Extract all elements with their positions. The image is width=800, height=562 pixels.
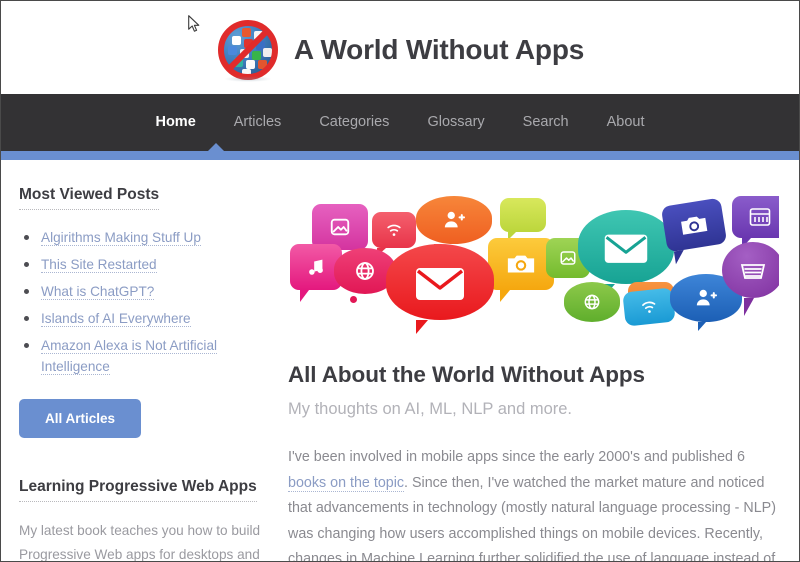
bubble-basket-violet [722,242,779,316]
list-item: Algirithms Making Stuff Up [19,227,265,248]
sidebar-link-what-is-chatgpt[interactable]: What is ChatGPT? [41,284,155,300]
nav-item-about[interactable]: About [588,94,664,151]
sidebar-link-site-restarted[interactable]: This Site Restarted [41,257,157,273]
wifi-icon [638,296,660,318]
list-item: Islands of AI Everywhere [19,308,265,329]
bubble-camera-indigo [660,197,728,265]
add-user-icon [694,287,718,309]
music-icon [305,256,327,278]
accent-bar [1,151,799,160]
sidebar-link-islands-of-ai[interactable]: Islands of AI Everywhere [41,311,191,327]
page-body: Most Viewed Posts Algirithms Making Stuf… [1,160,799,561]
list-item: What is ChatGPT? [19,281,265,302]
post-subtitle: My thoughts on AI, ML, NLP and more. [288,400,573,418]
list-item: Amazon Alexa is Not Artificial Intellige… [19,335,265,377]
basket-icon [739,258,767,282]
camera-icon [506,252,536,276]
sidebar: Most Viewed Posts Algirithms Making Stuf… [1,160,284,561]
envelope-icon [603,229,649,265]
add-user-icon [442,209,466,231]
most-viewed-posts-list: Algirithms Making Stuff Up This Site Res… [19,227,265,377]
all-articles-button[interactable]: All Articles [19,399,142,438]
sidebar-link-algorithms[interactable]: Algirithms Making Stuff Up [41,230,201,246]
globe-apps-prohibited-icon [216,19,280,82]
bubble-accent-lime [500,198,546,240]
browser-viewport: A World Without Apps Home Articles Categ… [0,0,800,562]
camera-icon [678,212,709,238]
site-header: A World Without Apps [1,1,799,94]
nav-item-articles[interactable]: Articles [215,94,301,151]
main-content: All About the World Without Apps My thou… [284,160,799,561]
page-title: A World Without Apps [293,33,585,65]
nav-item-search[interactable]: Search [504,94,588,151]
bubble-globe-green [564,282,620,322]
bubble-camera-yellow [488,238,554,302]
prohibition-sign [217,19,278,80]
nav-item-categories[interactable]: Categories [300,94,408,151]
bubble-wifi-red [372,212,416,256]
bubble-wifi-lightblue [622,287,676,327]
bubble-envelope-teal [578,210,674,297]
bubble-add-user-orange [416,196,492,253]
active-nav-pointer-icon [207,143,225,152]
pwa-widget-title: Learning Progressive Web Apps [19,478,257,502]
primary-navigation: Home Articles Categories Glossary Search… [1,94,799,152]
nav-item-home[interactable]: Home [136,94,214,151]
sidebar-link-amazon-alexa[interactable]: Amazon Alexa is Not Artificial Intellige… [41,338,218,375]
image-icon [559,249,577,267]
bubble-dot [350,296,357,303]
logo-shadow [223,75,272,82]
list-item: This Site Restarted [19,254,265,275]
calendar-icon [748,206,772,228]
widget-learning-progressive-web-apps: Learning Progressive Web Apps My latest … [19,478,265,562]
wifi-icon [384,220,404,240]
widget-most-viewed-posts: Most Viewed Posts Algirithms Making Stuf… [19,186,265,438]
most-viewed-posts-title: Most Viewed Posts [19,186,160,210]
post-title: All About the World Without Apps [288,362,645,387]
envelope-icon [414,262,466,302]
post-body: I've been involved in mobile apps since … [288,445,779,561]
post-body-text-1: I've been involved in mobile apps since … [288,449,745,465]
image-icon [329,216,351,238]
hero-speech-bubbles-image [288,186,779,336]
bubble-calendar-purple [732,196,779,248]
globe-icon [582,292,602,312]
bubble-envelope-red [386,244,494,334]
nav-item-glossary[interactable]: Glossary [408,94,503,151]
books-on-the-topic-link[interactable]: books on the topic [288,474,405,492]
globe-icon [353,259,377,283]
pwa-widget-text: My latest book teaches you how to build … [19,523,261,562]
